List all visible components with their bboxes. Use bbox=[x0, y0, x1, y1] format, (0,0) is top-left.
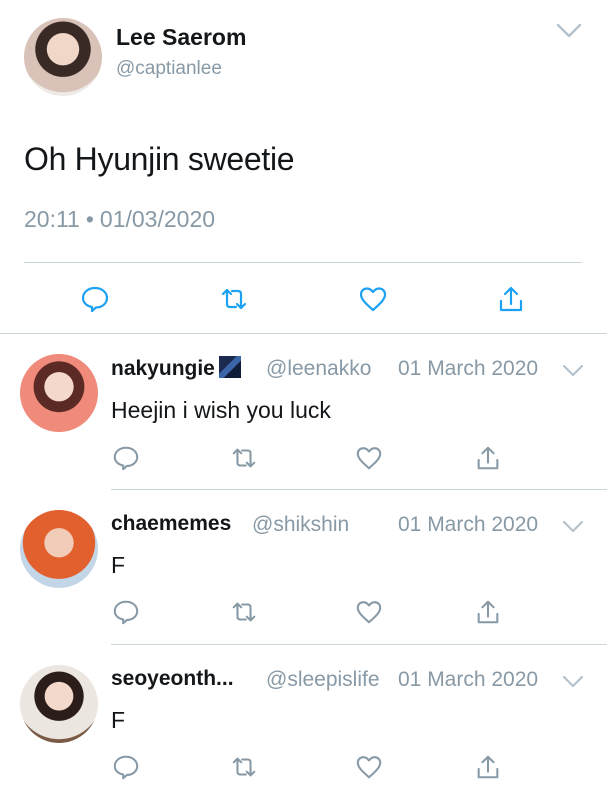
avatar[interactable] bbox=[20, 665, 98, 743]
like-button[interactable] bbox=[355, 444, 383, 472]
tweet-date: 01/03/2020 bbox=[99, 206, 216, 232]
share-icon bbox=[499, 286, 523, 312]
retweet-icon bbox=[232, 757, 256, 777]
emoji-icon bbox=[218, 356, 241, 378]
reply-header: nakyungie bbox=[111, 356, 241, 381]
reply-tweet[interactable]: seoyeonth... @sleepislife 01 March 2020 … bbox=[0, 645, 607, 800]
retweet-button[interactable] bbox=[230, 444, 258, 472]
reply-author-name[interactable]: nakyungie bbox=[111, 357, 215, 380]
reply-button[interactable] bbox=[80, 284, 110, 314]
retweet-button[interactable] bbox=[219, 284, 249, 314]
reply-tweet[interactable]: nakyungie @leenakko 01 March 2020 Heejin… bbox=[0, 334, 607, 489]
chevron-down-icon[interactable] bbox=[556, 22, 582, 40]
share-button[interactable] bbox=[474, 598, 502, 626]
heart-icon bbox=[356, 601, 382, 624]
reply-button[interactable] bbox=[112, 598, 140, 626]
share-button[interactable] bbox=[474, 753, 502, 781]
author-handle[interactable]: @captianlee bbox=[116, 58, 222, 80]
author-avatar[interactable] bbox=[24, 18, 102, 96]
share-button[interactable] bbox=[474, 444, 502, 472]
chevron-down-icon[interactable] bbox=[562, 364, 584, 378]
reply-icon bbox=[81, 286, 109, 313]
reply-button[interactable] bbox=[112, 753, 140, 781]
reply-author-handle[interactable]: @sleepislife bbox=[266, 668, 380, 692]
reply-author-name[interactable]: chaememes bbox=[111, 512, 231, 536]
reply-text: F bbox=[111, 707, 126, 733]
like-button[interactable] bbox=[355, 598, 383, 626]
retweet-icon bbox=[232, 448, 256, 468]
reply-date: 01 March 2020 bbox=[398, 513, 539, 536]
reply-date: 01 March 2020 bbox=[398, 668, 539, 691]
tweet-timestamp: 20:11 • 01/03/2020 bbox=[24, 206, 215, 233]
like-button[interactable] bbox=[355, 753, 383, 781]
reply-icon bbox=[113, 755, 139, 780]
avatar[interactable] bbox=[20, 354, 98, 432]
share-icon bbox=[477, 755, 499, 779]
reply-icon bbox=[113, 600, 139, 625]
avatar[interactable] bbox=[20, 510, 98, 588]
reply-date: 01 March 2020 bbox=[398, 357, 539, 380]
reply-author-name[interactable]: seoyeonth... bbox=[111, 667, 234, 691]
chevron-down-icon[interactable] bbox=[562, 520, 584, 534]
reply-button[interactable] bbox=[112, 444, 140, 472]
retweet-icon bbox=[232, 602, 256, 622]
reply-icon bbox=[113, 446, 139, 471]
reply-tweet[interactable]: chaememes @shikshin 01 March 2020 F bbox=[0, 490, 607, 644]
like-button[interactable] bbox=[358, 284, 388, 314]
chevron-down-icon[interactable] bbox=[562, 675, 584, 689]
tweet-text: Oh Hyunjin sweetie bbox=[24, 141, 295, 177]
author-name[interactable]: Lee Saerom bbox=[116, 24, 246, 51]
retweet-button[interactable] bbox=[230, 598, 258, 626]
heart-icon bbox=[359, 287, 387, 312]
meta-separator: • bbox=[85, 206, 94, 232]
retweet-icon bbox=[221, 288, 247, 310]
share-icon bbox=[477, 446, 499, 470]
tweet-time: 20:11 bbox=[24, 206, 80, 232]
reply-text: Heejin i wish you luck bbox=[111, 397, 331, 423]
heart-icon bbox=[356, 447, 382, 470]
divider bbox=[24, 262, 582, 263]
retweet-button[interactable] bbox=[230, 753, 258, 781]
heart-icon bbox=[356, 756, 382, 779]
share-button[interactable] bbox=[496, 284, 526, 314]
reply-author-handle[interactable]: @shikshin bbox=[252, 513, 349, 537]
share-icon bbox=[477, 600, 499, 624]
reply-author-handle[interactable]: @leenakko bbox=[266, 357, 371, 381]
reply-text: F bbox=[111, 552, 126, 578]
